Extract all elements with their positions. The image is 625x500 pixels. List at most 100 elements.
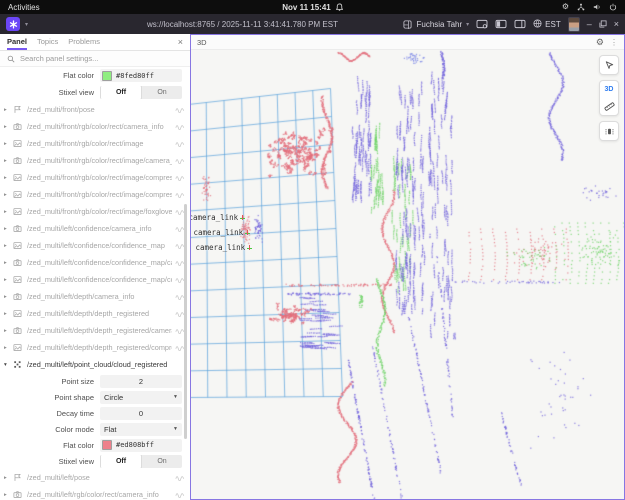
close-icon[interactable]: × bbox=[614, 20, 619, 29]
topic-row[interactable]: ▾/zed_multi/left/point_cloud/cloud_regis… bbox=[0, 356, 190, 373]
timezone-indicator[interactable]: EST bbox=[533, 19, 561, 30]
caret-down-icon[interactable]: ▾ bbox=[4, 362, 13, 368]
topic-row[interactable]: ▸/zed_multi/left/depth/depth_registered/… bbox=[0, 322, 190, 339]
setting-row: Decay time0 bbox=[0, 405, 190, 421]
caret-right-icon[interactable]: ▸ bbox=[4, 226, 13, 232]
publish-pose-button[interactable] bbox=[599, 55, 619, 75]
frame-label-text: camera_link bbox=[194, 228, 244, 237]
3d-mode-button[interactable]: 3D bbox=[600, 81, 618, 98]
select-input[interactable]: Flat▼ bbox=[100, 423, 182, 436]
sync-camera-button[interactable] bbox=[599, 121, 619, 141]
toggle-on[interactable]: On bbox=[142, 455, 182, 468]
right-sidebar-toggle-icon[interactable] bbox=[514, 19, 526, 29]
visibility-icon[interactable] bbox=[172, 123, 185, 130]
visibility-icon[interactable] bbox=[172, 174, 185, 181]
panel-settings-gear-icon[interactable]: ⚙ bbox=[596, 38, 604, 47]
caret-right-icon[interactable]: ▸ bbox=[4, 107, 13, 113]
caret-right-icon[interactable]: ▸ bbox=[4, 192, 13, 198]
visibility-icon[interactable] bbox=[172, 191, 185, 198]
topic-path: /zed_multi/front/rgb/color/rect/image bbox=[27, 139, 172, 148]
caret-right-icon[interactable]: ▸ bbox=[4, 175, 13, 181]
topic-row[interactable]: ▸/zed_multi/left/confidence/camera_info bbox=[0, 220, 190, 237]
desktop: Activities Nov 11 15:41 ⚙ ▾ ws://localho… bbox=[0, 0, 625, 500]
color-input[interactable]: #ed808bff bbox=[100, 439, 182, 452]
visibility-icon[interactable] bbox=[172, 157, 185, 164]
3d-scene[interactable]: camera_linkcamera_linkcamera_link 3D bbox=[191, 50, 624, 499]
caret-right-icon[interactable]: ▸ bbox=[4, 311, 13, 317]
visibility-icon[interactable] bbox=[172, 474, 185, 481]
number-input[interactable]: 0 bbox=[100, 407, 182, 420]
sidebar-scrollbar[interactable] bbox=[184, 204, 187, 439]
activities-button[interactable]: Activities bbox=[8, 3, 40, 12]
number-input[interactable]: 2 bbox=[100, 375, 182, 388]
topic-row[interactable]: ▸/zed_multi/left/rgb/color/rect/camera_i… bbox=[0, 486, 190, 500]
caret-right-icon[interactable]: ▸ bbox=[4, 209, 13, 215]
stixel-toggle[interactable]: OffOn bbox=[100, 455, 182, 468]
caret-right-icon[interactable]: ▸ bbox=[4, 492, 13, 498]
caret-right-icon[interactable]: ▸ bbox=[4, 345, 13, 351]
topic-row[interactable]: ▸/zed_multi/front/rgb/color/rect/camera_… bbox=[0, 118, 190, 135]
tab-panel[interactable]: Panel bbox=[7, 34, 27, 50]
caret-right-icon[interactable]: ▸ bbox=[4, 328, 13, 334]
caret-right-icon[interactable]: ▸ bbox=[4, 243, 13, 249]
select-input[interactable]: Circle▼ bbox=[100, 391, 182, 404]
topic-row[interactable]: ▸/zed_multi/left/confidence/confidence_m… bbox=[0, 271, 190, 288]
topic-row[interactable]: ▸/zed_multi/front/rgb/color/rect/image/c… bbox=[0, 186, 190, 203]
toggle-off[interactable]: Off bbox=[100, 86, 142, 99]
restore-icon[interactable] bbox=[599, 20, 607, 28]
toggle-off[interactable]: Off bbox=[100, 455, 142, 468]
color-input[interactable]: #8fed80ff bbox=[100, 69, 182, 82]
topic-row[interactable]: ▸/zed_multi/left/pose bbox=[0, 469, 190, 486]
network-tray-icon[interactable] bbox=[577, 3, 585, 11]
color-swatch[interactable] bbox=[102, 440, 112, 450]
topic-row[interactable]: ▸/zed_multi/front/rgb/color/rect/image/c… bbox=[0, 169, 190, 186]
topic-row[interactable]: ▸ /zed_multi/left/depth/depth_registered/… bbox=[0, 339, 190, 356]
pointcloud-canvas[interactable] bbox=[191, 50, 624, 499]
avatar[interactable] bbox=[568, 17, 580, 32]
caret-right-icon[interactable]: ▸ bbox=[4, 277, 13, 283]
topic-row[interactable]: ▸/zed_multi/left/depth/depth_registered bbox=[0, 305, 190, 322]
volume-tray-icon[interactable] bbox=[593, 3, 601, 11]
topic-row[interactable]: ▸/zed_multi/front/pose bbox=[0, 101, 190, 118]
search-panel-settings[interactable]: Search panel settings... bbox=[0, 51, 190, 67]
caret-right-icon[interactable]: ▸ bbox=[4, 260, 13, 266]
topic-row[interactable]: ▸/zed_multi/left/confidence/confidence_m… bbox=[0, 237, 190, 254]
caret-right-icon[interactable]: ▸ bbox=[4, 294, 13, 300]
app-menu-chevron-icon[interactable]: ▾ bbox=[25, 21, 28, 28]
3d-panel[interactable]: 3D ⚙ ⋮ camera_linkcamera_linkcamera_link… bbox=[190, 34, 625, 500]
clock[interactable]: Nov 11 15:41 bbox=[282, 3, 330, 12]
caret-right-icon[interactable]: ▸ bbox=[4, 158, 13, 164]
sidebar-close-icon[interactable]: × bbox=[178, 38, 183, 47]
topic-row[interactable]: ▸/zed_multi/left/confidence/confidence_m… bbox=[0, 254, 190, 271]
toggle-on[interactable]: On bbox=[142, 86, 182, 99]
minimize-icon[interactable]: – bbox=[587, 20, 592, 29]
panel-menu-icon[interactable]: ⋮ bbox=[610, 38, 618, 47]
tab-topics[interactable]: Topics bbox=[37, 34, 58, 50]
foxglove-logo[interactable] bbox=[6, 17, 20, 31]
settings-tray-icon[interactable]: ⚙ bbox=[562, 3, 569, 11]
panel-add-icon[interactable] bbox=[476, 19, 488, 29]
visibility-icon[interactable] bbox=[172, 140, 185, 147]
visibility-icon[interactable] bbox=[172, 106, 185, 113]
user-menu[interactable]: Fuchsia Tahr ▾ bbox=[403, 20, 469, 29]
color-swatch[interactable] bbox=[102, 71, 112, 81]
tab-problems[interactable]: Problems bbox=[68, 34, 100, 50]
setting-row: Point size2 bbox=[0, 373, 190, 389]
left-sidebar-toggle-icon[interactable] bbox=[495, 19, 507, 29]
caret-right-icon[interactable]: ▸ bbox=[4, 141, 13, 147]
caret-right-icon[interactable]: ▸ bbox=[4, 475, 13, 481]
frame-label: camera_link bbox=[191, 213, 245, 222]
power-tray-icon[interactable] bbox=[609, 3, 617, 11]
3d-panel-header: 3D ⚙ ⋮ bbox=[191, 35, 624, 50]
connection-status[interactable]: ws://localhost:8765 / 2025-11-11 3:41:41… bbox=[120, 20, 365, 29]
topic-row[interactable]: ▸/zed_multi/left/depth/camera_info bbox=[0, 288, 190, 305]
setting-label: Flat color bbox=[0, 71, 100, 80]
visibility-icon[interactable] bbox=[172, 491, 185, 498]
stixel-toggle[interactable]: OffOn bbox=[100, 86, 182, 99]
measure-button[interactable] bbox=[600, 98, 618, 115]
topic-row[interactable]: ▸/zed_multi/front/rgb/color/rect/image/f… bbox=[0, 203, 190, 220]
topic-row[interactable]: ▸ /zed_multi/front/rgb/color/rect/image bbox=[0, 135, 190, 152]
topic-path: /zed_multi/left/depth/depth_registered/c… bbox=[27, 343, 172, 352]
topic-row[interactable]: ▸/zed_multi/front/rgb/color/rect/image/c… bbox=[0, 152, 190, 169]
caret-right-icon[interactable]: ▸ bbox=[4, 124, 13, 130]
